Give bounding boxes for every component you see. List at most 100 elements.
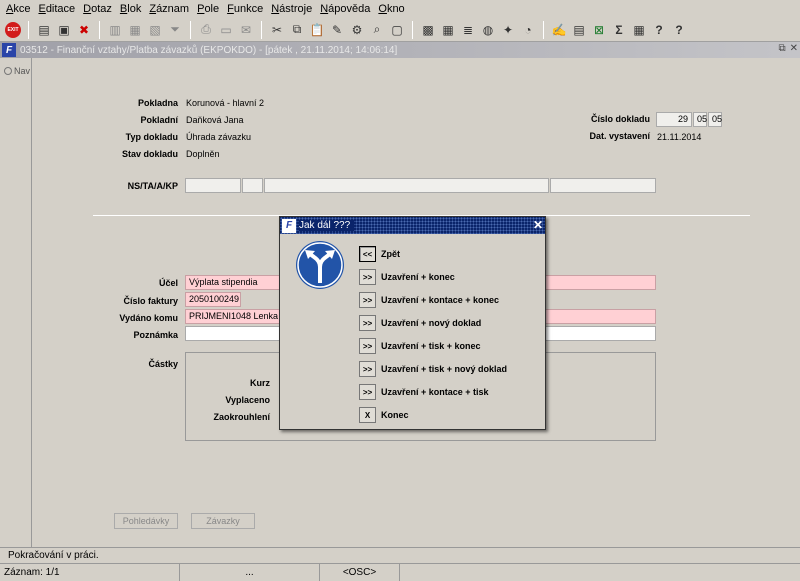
document-link-button[interactable]: ▤ (570, 21, 588, 39)
uzavreni-kontace-konec-button[interactable]: >> (359, 292, 376, 308)
zavazky-button[interactable]: Závazky (191, 513, 255, 529)
exit-button[interactable]: EXIT (4, 21, 22, 39)
ta-field[interactable] (242, 178, 263, 193)
calendar-button[interactable]: ▦ (439, 21, 457, 39)
save-icon: ▣ (58, 22, 70, 37)
pokladni-label: Pokladní (140, 115, 178, 125)
delete-record-button[interactable]: ✖ (75, 21, 93, 39)
castky-label: Částky (148, 359, 178, 369)
typ-dokladu-label: Typ dokladu (125, 132, 178, 142)
filter-button[interactable]: ⏷ (166, 21, 184, 39)
menu-napoveda[interactable]: Nápověda (316, 0, 374, 18)
web-button[interactable]: ◍ (479, 21, 497, 39)
table-button[interactable]: ▦ (630, 21, 648, 39)
excel-button[interactable]: ⊠ (590, 21, 608, 39)
cislo-dokladu-label: Číslo dokladu (590, 114, 650, 124)
sum-button[interactable]: Σ (610, 21, 628, 39)
cut-button[interactable]: ✂ (268, 21, 286, 39)
nav-label: Nav (14, 66, 31, 76)
cislo-dokladu-field-1[interactable]: 29 (656, 112, 692, 127)
ns-ta-label: NS/TA/A/KP (127, 181, 178, 191)
excel-icon: ⊠ (593, 22, 605, 37)
a-field[interactable] (264, 178, 549, 193)
restore-window-button[interactable]: ⧉ (778, 43, 785, 54)
option-label: Uzavření + kontace + tisk (381, 387, 489, 397)
cislo-dokladu-field-3[interactable]: 05 (708, 112, 722, 127)
query-button[interactable]: ▥ (106, 21, 124, 39)
sigma-icon: Σ (615, 22, 623, 37)
paste-button[interactable]: 📋 (308, 21, 326, 39)
uzavreni-konec-button[interactable]: >> (359, 269, 376, 285)
app-logo-icon: F (2, 43, 16, 57)
insert-record-button[interactable]: ▤ (35, 21, 53, 39)
kurz-label: Kurz (250, 378, 270, 388)
cancel-query-button[interactable]: ▧ (146, 21, 164, 39)
pohledavky-button[interactable]: Pohledávky (114, 513, 178, 529)
settings-button[interactable]: ✦ (499, 21, 517, 39)
save-button[interactable]: ▣ (55, 21, 73, 39)
option-uzavreni-konec: >> Uzavření + konec (359, 269, 455, 285)
uzavreni-novy-doklad-button[interactable]: >> (359, 315, 376, 331)
menu-akce[interactable]: Akce (2, 0, 34, 18)
typ-dokladu-value: Úhrada závazku (186, 132, 252, 142)
mail-button[interactable]: ✉ (237, 21, 255, 39)
calculator-button[interactable]: ▩ (419, 21, 437, 39)
menu-dotaz[interactable]: Dotaz (79, 0, 116, 18)
print-button[interactable]: ⎙ (197, 21, 215, 39)
find-button[interactable]: ⌕ (368, 21, 386, 39)
cislo-faktury-field[interactable]: 2050100249 (185, 292, 241, 307)
dialog-close-button[interactable]: ✕ (533, 218, 543, 232)
document-edit-button[interactable]: ✍ (550, 21, 568, 39)
nav-button[interactable]: Nav (4, 66, 30, 76)
menu-pole[interactable]: Pole (193, 0, 223, 18)
history-button[interactable]: ◔ (519, 21, 537, 39)
mode-indicator: <OSC> (320, 564, 400, 581)
ns-field[interactable] (185, 178, 241, 193)
option-zpet: << Zpět (359, 246, 400, 262)
menu-blok[interactable]: Blok (116, 0, 145, 18)
help-button[interactable]: ? (650, 21, 668, 39)
pokladna-value: Korunová - hlavní 2 (186, 98, 265, 108)
nav-icon (4, 67, 12, 75)
cislo-dokladu-field-2[interactable]: 05 (693, 112, 707, 127)
menu-zaznam[interactable]: Záznam (145, 0, 193, 18)
print-icon: ⎙ (201, 22, 211, 36)
execute-query-button[interactable]: ▦ (126, 21, 144, 39)
record-counter: Záznam: 1/1 (0, 564, 180, 581)
window-title: 03512 - Finanční vztahy/Platba závazků (… (20, 44, 398, 56)
menu-funkce[interactable]: Funkce (223, 0, 267, 18)
datum-vystaveni-value: 21.11.2014 (657, 132, 702, 142)
option-label: Konec (381, 410, 409, 420)
zaokrouhleni-label: Zaokrouhlení (213, 412, 270, 422)
export-button[interactable]: ▭ (217, 21, 235, 39)
option-uzavreni-novy-doklad: >> Uzavření + nový doklad (359, 315, 481, 331)
uzavreni-tisk-konec-button[interactable]: >> (359, 338, 376, 354)
table-icon: ▦ (633, 22, 645, 37)
uzavreni-kontace-tisk-button[interactable]: >> (359, 384, 376, 400)
uzavreni-tisk-novy-doklad-button[interactable]: >> (359, 361, 376, 377)
edit-button[interactable]: ✎ (328, 21, 346, 39)
toolbar-separator (543, 20, 544, 39)
context-help-button[interactable]: ? (670, 21, 688, 39)
fork-arrows-sign-icon (296, 241, 344, 289)
cancel-query-icon: ▧ (149, 22, 161, 37)
menu-okno[interactable]: Okno (374, 0, 408, 18)
vydano-komu-label: Vydáno komu (119, 313, 178, 323)
kp-field[interactable] (550, 178, 656, 193)
insert-record-icon: ▤ (38, 22, 50, 37)
close-window-button[interactable]: ✕ (790, 43, 798, 54)
menu-editace[interactable]: Editace (34, 0, 79, 18)
notes-button[interactable]: ≣ (459, 21, 477, 39)
dialog-titlebar: F Jak dál ??? ✕ (280, 217, 545, 234)
zpet-button[interactable]: << (359, 246, 376, 262)
menu-nastroje[interactable]: Nástroje (267, 0, 316, 18)
tools-button[interactable]: ⚙ (348, 21, 366, 39)
view-button[interactable]: ▢ (388, 21, 406, 39)
konec-button[interactable]: X (359, 407, 376, 423)
copy-button[interactable]: ⧉ (288, 21, 306, 39)
option-label: Uzavření + tisk + nový doklad (381, 364, 508, 374)
toolbar-separator (190, 20, 191, 39)
query-icon: ▥ (109, 22, 121, 37)
paste-icon: 📋 (309, 22, 325, 37)
mail-icon: ✉ (240, 22, 252, 37)
